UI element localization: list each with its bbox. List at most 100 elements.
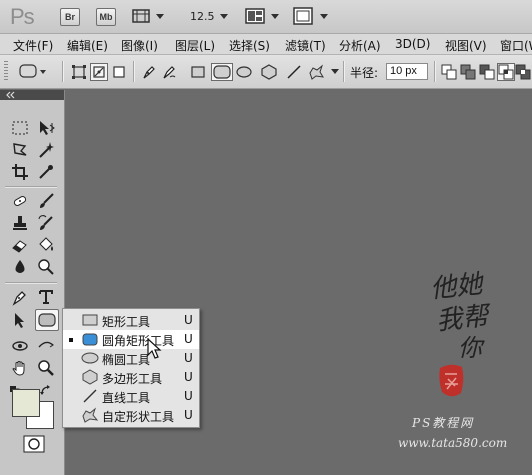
flyout-item-label: 圆角矩形工具 xyxy=(102,334,175,348)
flyout-item-ellipse[interactable]: 椭圆工具 U xyxy=(63,349,199,368)
quick-mask-button[interactable] xyxy=(22,434,46,454)
rounded-rectangle-tool-button[interactable] xyxy=(211,63,233,81)
arrange-documents-button[interactable] xyxy=(245,8,265,24)
freeform-pen-icon xyxy=(163,66,176,79)
menu-file[interactable]: 文件(F) xyxy=(13,37,53,54)
menu-view[interactable]: 视图(V) xyxy=(445,37,487,54)
ellipse-icon xyxy=(236,66,252,78)
3d-rotate-tool[interactable] xyxy=(10,336,30,356)
separator xyxy=(5,282,57,284)
3d-orbit-tool[interactable] xyxy=(36,336,56,356)
separator xyxy=(62,61,64,82)
menu-layer[interactable]: 图层(L) xyxy=(175,37,215,54)
flyout-item-custom-shape[interactable]: 自定形状工具 U xyxy=(63,406,199,425)
3d-rotate-icon xyxy=(12,341,28,351)
crop-tool[interactable] xyxy=(10,162,30,182)
mini-bridge-button[interactable]: Mb xyxy=(96,8,116,26)
fill-pixels-icon xyxy=(113,66,125,78)
swap-colors-button[interactable] xyxy=(40,385,52,397)
options-grip[interactable] xyxy=(4,61,8,82)
bridge-button[interactable]: Br xyxy=(60,8,80,26)
marquee-tool[interactable] xyxy=(10,118,30,138)
screen-mode-dropdown-icon[interactable] xyxy=(320,14,328,19)
menu-select[interactable]: 选择(S) xyxy=(229,37,270,54)
new-shape-icon xyxy=(441,64,457,80)
shape-layers-button[interactable] xyxy=(70,63,88,81)
new-shape-layer-button[interactable] xyxy=(440,63,458,81)
blur-tool[interactable] xyxy=(10,257,30,277)
clone-stamp-tool[interactable] xyxy=(10,213,30,233)
view-extras-button[interactable] xyxy=(132,8,150,24)
pen-tool[interactable] xyxy=(10,287,30,307)
magnifier-icon xyxy=(38,360,54,376)
add-to-shape-area-button[interactable] xyxy=(459,63,477,81)
fill-pixels-button[interactable] xyxy=(110,63,128,81)
paths-button[interactable] xyxy=(90,63,108,81)
move-tool[interactable] xyxy=(36,118,56,138)
seal-stamp-icon xyxy=(439,364,464,397)
shortcut-key: U xyxy=(184,389,193,403)
menu-filter[interactable]: 滤镜(T) xyxy=(285,37,326,54)
menu-window[interactable]: 窗口(W) xyxy=(500,37,532,54)
menu-3d[interactable]: 3D(D) xyxy=(395,37,430,51)
pen-icon xyxy=(12,291,26,306)
brush-tool[interactable] xyxy=(36,191,56,211)
pen-tool-button[interactable] xyxy=(140,63,158,81)
separator xyxy=(343,61,345,82)
line-icon xyxy=(287,65,301,79)
collapse-panel-icon[interactable] xyxy=(4,90,16,100)
menu-bar: 文件(F) 编辑(E) 图像(I) 图层(L) 选择(S) 滤镜(T) 分析(A… xyxy=(0,34,532,55)
ellipse-tool-button[interactable] xyxy=(235,63,253,81)
history-brush-tool[interactable] xyxy=(36,213,56,233)
hand-tool[interactable] xyxy=(10,358,30,378)
move-icon xyxy=(40,121,55,135)
rectangle-tool-button[interactable] xyxy=(189,63,207,81)
flyout-item-line[interactable]: 直线工具 U xyxy=(63,387,199,406)
type-tool[interactable] xyxy=(36,287,56,307)
zoom-level[interactable]: 12.5 xyxy=(190,10,215,23)
intersect-shape-area-button[interactable] xyxy=(497,63,515,81)
bandage-icon xyxy=(13,196,27,206)
tools-panel-header[interactable] xyxy=(0,90,64,100)
healing-brush-tool[interactable] xyxy=(10,191,30,211)
flyout-item-polygon[interactable]: 多边形工具 U xyxy=(63,368,199,387)
tool-preset-picker[interactable] xyxy=(18,62,48,80)
foreground-color-swatch[interactable] xyxy=(12,389,40,417)
flyout-item-rounded-rectangle[interactable]: 圆角矩形工具 U xyxy=(63,330,199,349)
quick-selection-tool[interactable] xyxy=(36,140,56,160)
zoom-dropdown-icon[interactable] xyxy=(220,14,228,19)
paint-bucket-tool[interactable] xyxy=(36,235,56,255)
dodge-tool[interactable] xyxy=(36,257,56,277)
polygon-tool-button[interactable] xyxy=(260,63,278,81)
radius-input[interactable] xyxy=(386,63,428,80)
screen-mode-button[interactable] xyxy=(293,7,313,25)
zoom-tool[interactable] xyxy=(36,358,56,378)
hand-icon xyxy=(12,361,25,376)
shape-options-dropdown-icon[interactable] xyxy=(331,69,339,74)
menu-analysis[interactable]: 分析(A) xyxy=(339,37,381,54)
flyout-item-label: 自定形状工具 xyxy=(102,410,175,424)
add-shape-icon xyxy=(460,64,476,80)
flyout-item-rectangle[interactable]: 矩形工具 U xyxy=(63,311,199,330)
rectangular-marquee-icon xyxy=(12,121,28,135)
freeform-pen-button[interactable] xyxy=(160,63,178,81)
eyedropper-tool[interactable] xyxy=(36,162,56,182)
paths-icon xyxy=(93,66,105,78)
separator xyxy=(434,61,436,82)
path-selection-tool[interactable] xyxy=(10,310,30,330)
rounded-rectangle-icon xyxy=(38,313,56,327)
exclude-shape-area-button[interactable] xyxy=(514,63,532,81)
line-tool-button[interactable] xyxy=(285,63,303,81)
menu-edit[interactable]: 编辑(E) xyxy=(67,37,108,54)
lasso-tool[interactable] xyxy=(10,140,30,160)
custom-shape-tool-button[interactable] xyxy=(307,63,325,81)
exclude-shape-icon xyxy=(515,64,531,80)
eraser-tool[interactable] xyxy=(10,235,30,255)
arrange-dropdown-icon[interactable] xyxy=(271,14,279,19)
rounded-rectangle-tool[interactable] xyxy=(35,309,59,331)
subtract-shape-area-button[interactable] xyxy=(478,63,496,81)
line-icon xyxy=(83,389,97,403)
chevron-down-icon[interactable] xyxy=(156,14,164,19)
application-bar: Ps Br Mb 12.5 xyxy=(0,0,532,34)
menu-image[interactable]: 图像(I) xyxy=(121,37,158,54)
